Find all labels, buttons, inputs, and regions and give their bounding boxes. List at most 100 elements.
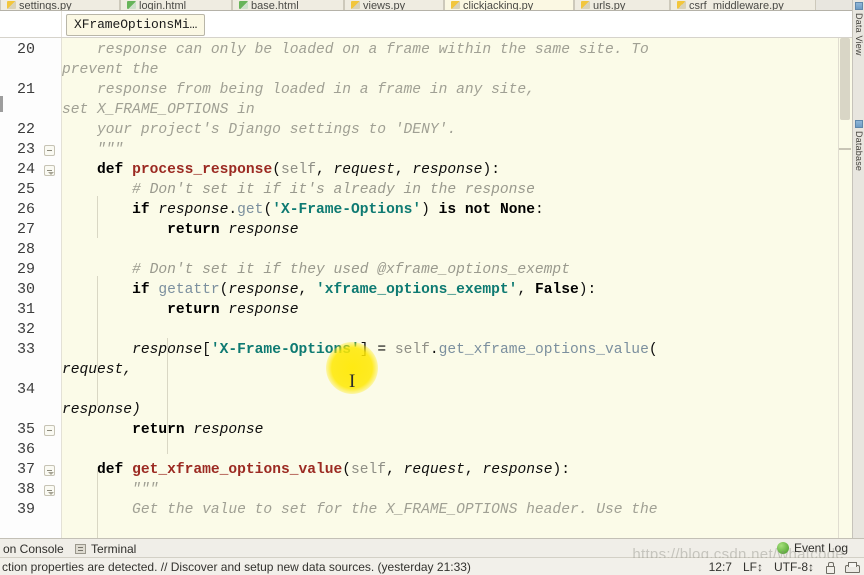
editor-tab-settings-py[interactable]: settings.py [0,0,120,10]
lock-icon[interactable] [825,562,835,574]
editor-tab-label: base.html [251,0,299,11]
indent-guide [167,428,168,454]
terminal-icon [75,544,86,554]
html-file-icon [127,1,136,9]
bottom-tab-label: on Console [3,542,64,556]
line-number: 35 [16,421,35,438]
code-line: if getattr(response, 'xframe_options_exe… [132,282,597,298]
line-number: 26 [16,201,35,218]
data-view-icon [855,2,863,10]
event-log-label: Event Log [793,541,848,555]
editor-tab-clickjacking-py[interactable]: clickjacking.py [444,0,574,10]
line-number: 24 [16,161,35,178]
line-number: 36 [16,441,35,458]
code-line: # Don't set it if it's already in the re… [62,182,535,198]
python-file-icon [351,1,360,9]
code-fold-toggle[interactable] [44,465,55,476]
code-editor[interactable]: 20 21 22 23 24 25 26 27 28 29 30 31 32 33 34 35 36 37 38 39… [0,38,838,538]
line-number: 30 [16,281,35,298]
tool-tab-label: Database [854,131,864,172]
bottom-tab-label: Terminal [91,542,137,556]
tool-tab-database[interactable]: Database [853,120,864,171]
editor-scrollbar-thumb[interactable] [840,38,850,120]
editor-tab-label: clickjacking.py [463,0,534,11]
code-line: prevent the [62,62,159,78]
vcs-change-marker[interactable] [0,96,3,112]
code-line: Get the value to set for the X_FRAME_OPT… [62,502,658,518]
code-line: """ [62,142,124,158]
line-number: 39 [16,501,35,518]
indent-guide [97,276,98,406]
encoding-indicator[interactable]: UTF-8↕ [774,560,814,574]
code-line: if response.get('X-Frame-Options') is no… [132,202,544,218]
code-line: response) [62,402,141,418]
line-number: 27 [16,221,35,238]
tool-tab-label: Data View [854,13,864,56]
caret-position-indicator[interactable]: 12:7 [709,560,732,574]
line-number: 28 [16,241,35,258]
bottom-tab-terminal[interactable]: Terminal [72,541,139,557]
editor-tab-base-html[interactable]: base.html [232,0,344,10]
code-fold-toggle[interactable] [44,145,55,156]
indent-guide [167,338,168,428]
ide-window: settings.py login.html base.html views.py cl… [0,0,864,575]
editor-tab-label: login.html [139,0,187,11]
line-number: 33 [16,341,35,358]
line-number-gutter[interactable]: 20 21 22 23 24 25 26 27 28 29 30 31 32 33 34 35 36 37 38 39 [0,38,62,538]
code-line: return response [132,422,264,438]
code-fold-toggle[interactable] [44,165,55,176]
indent-guide [97,468,98,538]
line-number: 22 [16,121,35,138]
status-message[interactable]: ction properties are detected. // Discov… [2,560,471,574]
code-fold-toggle[interactable] [44,485,55,496]
code-line: response from being loaded in a frame in… [62,82,535,98]
python-file-icon [7,1,16,9]
line-number: 21 [16,81,35,98]
event-log-tab[interactable]: Event Log [776,541,848,555]
status-bar-right-group: 12:7 LF↕ UTF-8↕ [709,560,860,574]
editor-tab-strip: settings.py login.html base.html views.py cl… [0,0,864,11]
breadcrumb-class-item[interactable]: XFrameOptionsMi… [66,14,206,36]
python-file-icon [677,1,686,9]
code-fold-toggle[interactable] [44,425,55,436]
line-number: 20 [16,41,35,58]
editor-tab-urls-py[interactable]: urls.py [574,0,670,10]
code-line: def get_xframe_options_value(self, reque… [97,462,571,478]
code-line: your project's Django settings to 'DENY'… [62,122,457,138]
indent-guide [97,196,98,238]
editor-tab-views-py[interactable]: views.py [344,0,444,10]
status-bar: ction properties are detected. // Discov… [0,558,864,575]
line-number: 37 [16,461,35,478]
bottom-tab-on-console[interactable]: on Console [0,541,67,557]
editor-tab-label: csrf_middleware.py [689,0,784,11]
line-separator-indicator[interactable]: LF↕ [743,560,763,574]
line-number: 29 [16,261,35,278]
editor-tab-csrf-middleware-py[interactable]: csrf_middleware.py [670,0,816,10]
python-file-icon [451,1,460,9]
python-file-icon [581,1,590,9]
line-number: 32 [16,321,35,338]
bottom-tool-window-bar: Event Log on Console Terminal [0,538,864,558]
code-text-area[interactable]: meaning the response can only be loaded … [62,38,838,538]
line-number: 23 [16,141,35,158]
code-line: set X_FRAME_OPTIONS in [62,102,255,118]
editor-tab-label: views.py [363,0,406,11]
editor-tab-login-html[interactable]: login.html [120,0,232,10]
tool-tab-data-view[interactable]: Data View [853,2,864,56]
right-tool-window-bar: Data View Database [852,0,864,538]
green-status-dot-icon [776,542,789,554]
code-line: def process_response(self, request, resp… [97,162,500,178]
database-icon [855,120,863,128]
printer-icon[interactable] [845,561,860,573]
scrollbar-marker[interactable] [839,148,851,150]
breadcrumb-gutter-stub [0,11,62,37]
line-number: 31 [16,301,35,318]
editor-tab-label: urls.py [593,0,626,11]
line-number: 25 [16,181,35,198]
code-line: """ [62,482,159,498]
line-number: 34 [16,381,35,398]
code-line: response can only be loaded on a frame w… [62,42,649,58]
